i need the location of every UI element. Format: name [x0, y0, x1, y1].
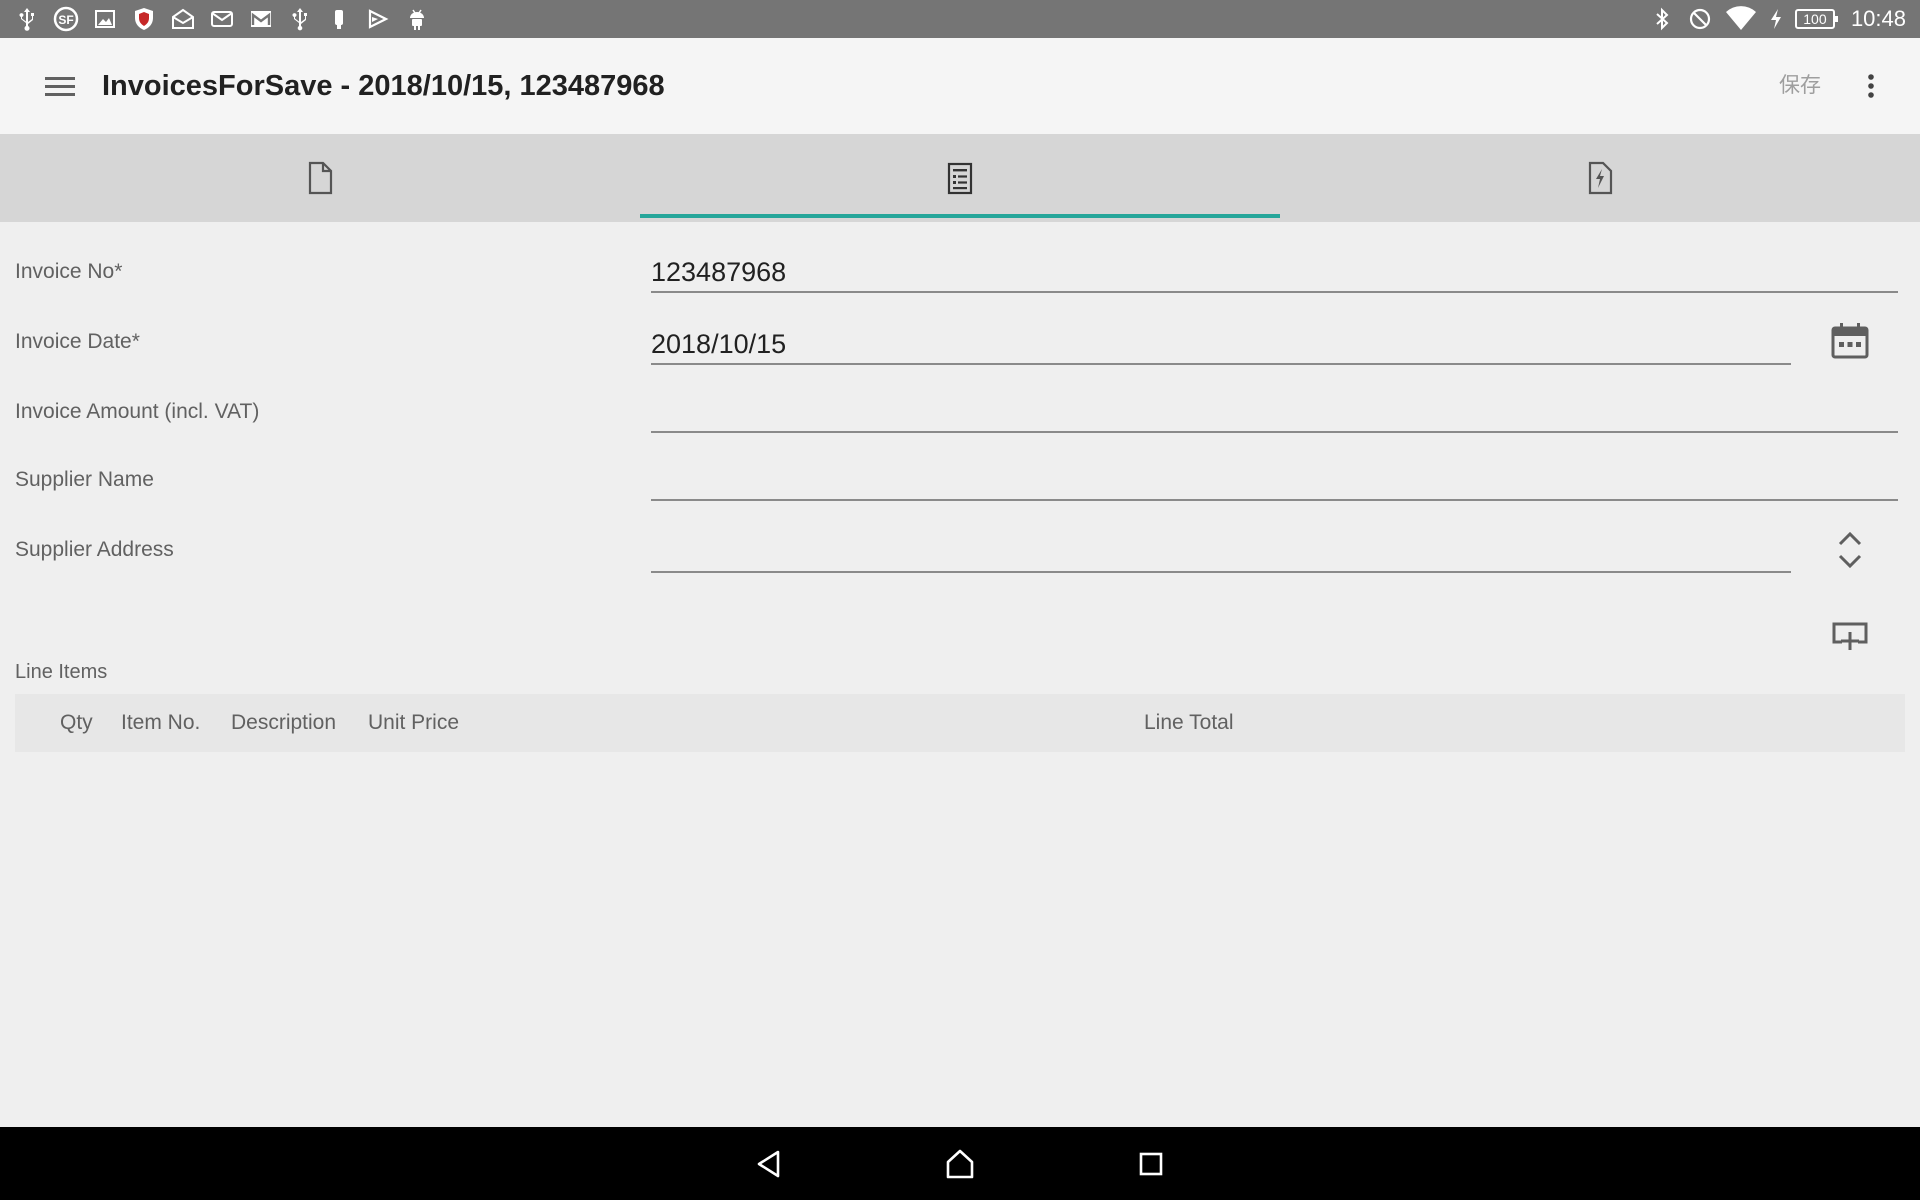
column-header-item-no: Item No.	[121, 711, 201, 734]
mail-open-icon	[170, 6, 196, 32]
gmail-icon	[248, 6, 274, 32]
tab-document[interactable]	[0, 134, 640, 222]
line-items-title: Line Items	[15, 661, 108, 683]
page-title: InvoicesForSave - 2018/10/15, 123487968	[102, 70, 665, 102]
calendar-icon[interactable]	[1830, 321, 1870, 361]
menu-icon[interactable]	[40, 70, 80, 102]
recents-icon[interactable]	[1128, 1141, 1174, 1187]
invoice-no-label: Invoice No*	[15, 260, 123, 283]
image-icon	[92, 6, 118, 32]
shield-app-icon	[131, 6, 157, 32]
invoice-amount-field[interactable]	[651, 393, 1898, 433]
document-icon	[306, 161, 334, 195]
supplier-address-label: Supplier Address	[15, 538, 174, 561]
play-store-icon	[365, 6, 391, 32]
app-bar: InvoicesForSave - 2018/10/15, 123487968 …	[0, 38, 1920, 134]
do-not-disturb-icon	[1687, 6, 1713, 32]
wifi-icon	[1725, 6, 1757, 32]
add-line-item-icon[interactable]	[1830, 618, 1870, 652]
back-icon[interactable]	[746, 1141, 792, 1187]
usb-icon	[14, 6, 40, 32]
device-icon	[326, 6, 352, 32]
android-icon	[404, 6, 430, 32]
system-icons: 100 10:48	[1649, 0, 1906, 38]
invoice-no-field[interactable]	[651, 253, 1898, 293]
expand-collapse-icon[interactable]	[1830, 528, 1870, 572]
sf-app-icon: SF	[53, 6, 79, 32]
tab-bar	[0, 134, 1920, 222]
column-header-unit-price: Unit Price	[368, 711, 460, 734]
svg-text:SF: SF	[58, 13, 73, 27]
navigation-bar	[0, 1127, 1920, 1200]
line-items-table-header: Qty Item No. Description Unit Price Line…	[15, 694, 1905, 752]
column-header-qty: Qty	[60, 711, 93, 734]
tab-form[interactable]	[640, 134, 1280, 222]
bluetooth-icon	[1649, 6, 1675, 32]
invoice-date-label: Invoice Date*	[15, 330, 140, 353]
save-button[interactable]: 保存	[1760, 38, 1840, 134]
document-flash-icon	[1586, 161, 1614, 195]
column-header-description: Description	[231, 711, 337, 734]
mail-icon	[209, 6, 235, 32]
invoice-amount-label: Invoice Amount (incl. VAT)	[15, 400, 260, 423]
battery-icon: 100	[1794, 9, 1838, 29]
status-time: 10:48	[1850, 6, 1906, 31]
notification-icons: SF	[14, 0, 430, 38]
form-list-icon	[946, 161, 974, 195]
tab-document-flash[interactable]	[1280, 134, 1920, 222]
charging-icon	[1769, 6, 1783, 32]
selected-tab-indicator	[640, 214, 1280, 218]
column-header-line-total: Line Total	[1144, 711, 1234, 734]
supplier-name-label: Supplier Name	[15, 468, 154, 491]
usb-debug-icon	[287, 6, 313, 32]
supplier-name-field[interactable]	[651, 461, 1898, 501]
invoice-date-field[interactable]	[651, 325, 1791, 365]
supplier-address-field[interactable]	[651, 533, 1791, 573]
status-bar: SF 100 10:48	[0, 0, 1920, 38]
home-icon[interactable]	[937, 1141, 983, 1187]
more-options-icon[interactable]	[1856, 68, 1886, 104]
